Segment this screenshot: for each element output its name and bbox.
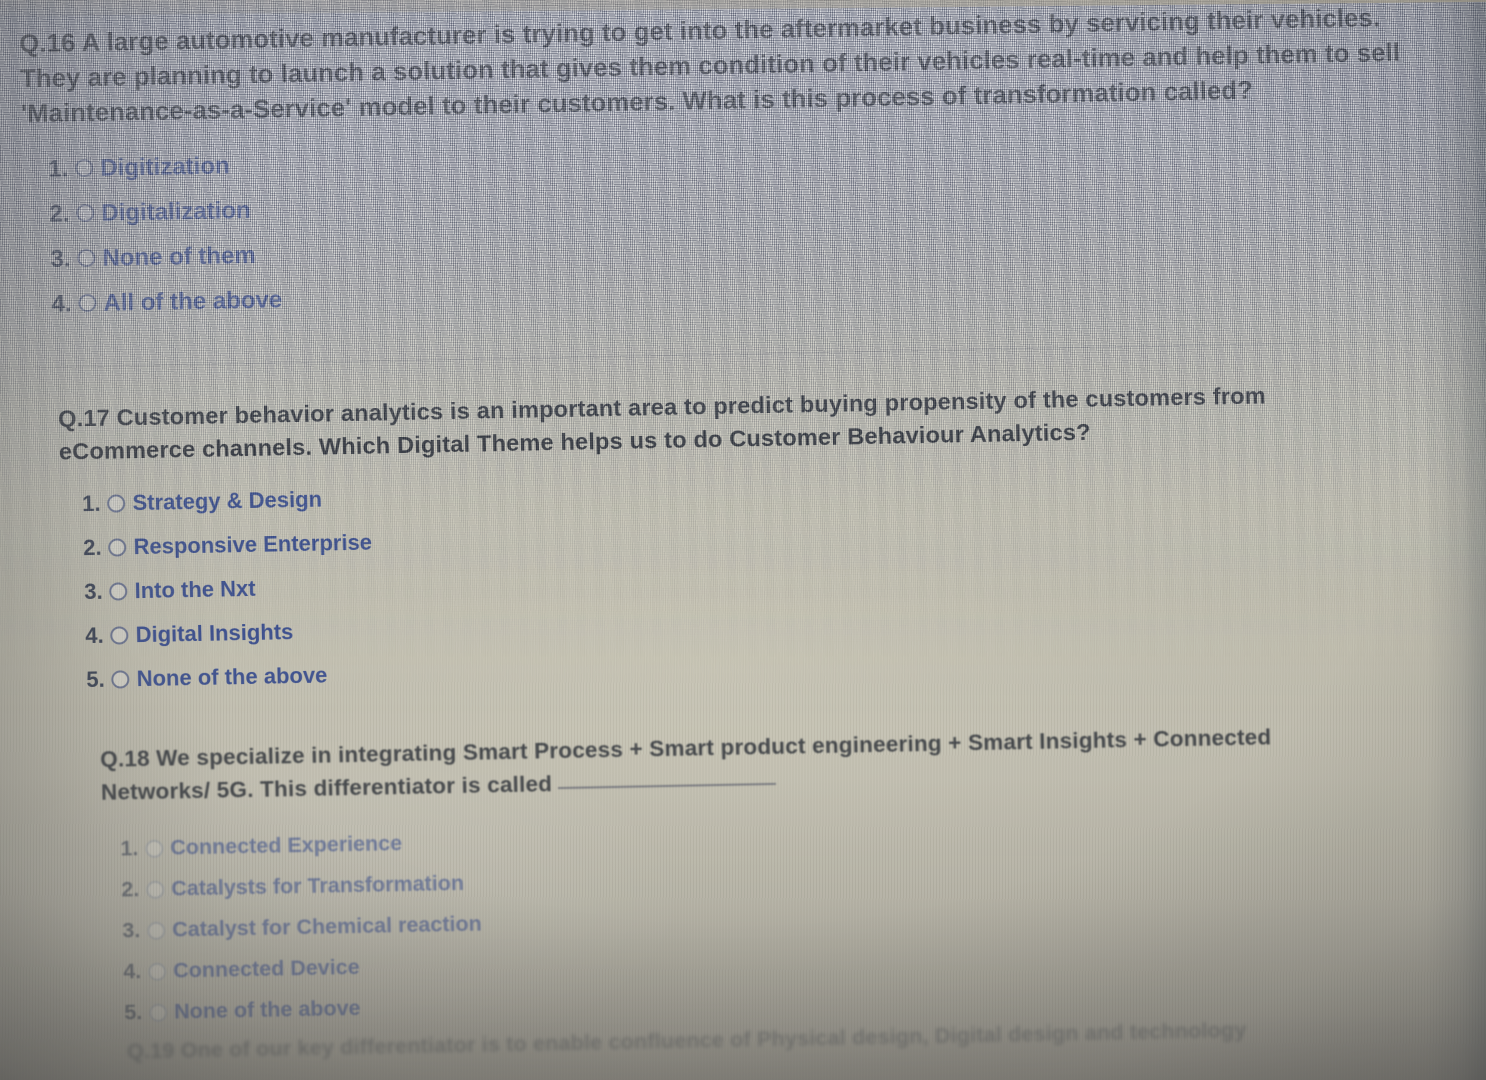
option-label: None of the above xyxy=(173,996,361,1024)
question-text-q17: Q.17 Customer behavior analytics is an i… xyxy=(57,382,1267,465)
option-number: 5. xyxy=(123,1000,143,1025)
option-q17-5[interactable]: 5. None of the above xyxy=(86,642,1404,693)
radio-button-icon[interactable] xyxy=(75,158,94,178)
fill-in-blank[interactable] xyxy=(558,782,777,789)
radio-button-icon[interactable] xyxy=(78,294,97,313)
option-number: 2. xyxy=(49,200,70,228)
option-q17-1[interactable]: 1. Strategy & Design xyxy=(82,466,1400,517)
option-label: None of the above xyxy=(136,662,328,691)
option-q17-3[interactable]: 3. Into the Nxt xyxy=(84,554,1402,605)
option-number: 2. xyxy=(121,877,140,902)
question-text-q18-body: Q.18 We specialize in integrating Smart … xyxy=(99,724,1272,805)
option-label: Responsive Enterprise xyxy=(133,529,373,559)
option-q18-4[interactable]: 4. Connected Device xyxy=(123,935,1385,984)
option-q17-2[interactable]: 2. Responsive Enterprise xyxy=(83,510,1401,561)
option-label: Digital Insights xyxy=(135,618,294,647)
radio-button-icon[interactable] xyxy=(110,626,129,645)
radio-button-icon[interactable] xyxy=(76,204,95,223)
radio-button-icon[interactable] xyxy=(107,494,126,513)
option-number: 3. xyxy=(50,245,71,273)
option-q18-3[interactable]: 3. Catalyst for Chemical reaction xyxy=(122,894,1384,943)
question-block-q18: Q.18 We specialize in integrating Smart … xyxy=(100,719,1386,1026)
radio-button-icon[interactable] xyxy=(77,249,96,268)
option-q18-2[interactable]: 2. Catalysts for Transformation xyxy=(121,854,1383,903)
radio-button-icon[interactable] xyxy=(111,669,130,689)
option-label: Connected Experience xyxy=(170,831,403,860)
radio-button-icon[interactable] xyxy=(108,538,127,557)
option-label: Catalysts for Transformation xyxy=(170,871,465,901)
option-number: 2. xyxy=(82,534,102,560)
option-number: 5. xyxy=(86,666,105,692)
radio-button-icon[interactable] xyxy=(147,921,166,940)
option-number: 1. xyxy=(47,154,69,183)
option-label: Digitalization xyxy=(101,196,251,227)
radio-button-icon[interactable] xyxy=(148,962,167,981)
question-block-q17: Q.17 Customer behavior analytics is an i… xyxy=(58,377,1405,693)
photographed-screen: Q.16 A large automotive manufacturer is … xyxy=(0,0,1486,1080)
option-number: 3. xyxy=(122,918,141,943)
option-number: 1. xyxy=(81,490,101,516)
quiz-content: Q.16 A large automotive manufacturer is … xyxy=(0,0,1486,1080)
option-number: 4. xyxy=(51,290,72,318)
option-label: Connected Device xyxy=(172,955,360,983)
option-q17-4[interactable]: 4. Digital Insights xyxy=(85,598,1403,649)
radio-button-icon[interactable] xyxy=(148,1003,168,1022)
radio-button-icon[interactable] xyxy=(109,582,128,601)
option-number: 4. xyxy=(84,622,104,648)
option-number: 1. xyxy=(120,836,139,861)
radio-button-icon[interactable] xyxy=(146,880,165,899)
option-label: Strategy & Design xyxy=(132,486,323,515)
option-list-q18: 1. Connected Experience 2. Catalysts for… xyxy=(120,813,1386,1026)
question-text-q18: Q.18 We specialize in integrating Smart … xyxy=(100,719,1381,809)
option-label: Digitization xyxy=(99,151,230,182)
option-q18-1[interactable]: 1. Connected Experience xyxy=(120,813,1382,862)
option-label: None of them xyxy=(102,241,257,272)
option-list-q16: 1. Digitization 2. Digitalization 3. Non… xyxy=(48,126,1446,321)
option-number: 4. xyxy=(122,959,142,984)
option-label: All of the above xyxy=(103,286,283,317)
separator-q16-q17 xyxy=(0,339,1471,370)
option-label: Catalyst for Chemical reaction xyxy=(171,911,482,942)
radio-button-icon[interactable] xyxy=(145,839,164,858)
question-text-q19: Q.19 One of our key differentiator is to… xyxy=(126,1017,1247,1064)
option-number: 3. xyxy=(83,578,103,604)
option-list-q17: 1. Strategy & Design 2. Responsive Enter… xyxy=(82,466,1405,693)
question-block-q16: Q.16 A large automotive manufacturer is … xyxy=(19,0,1446,321)
option-label: Into the Nxt xyxy=(134,575,256,603)
question-text-q16: Q.16 A large automotive manufacturer is … xyxy=(19,4,1401,129)
question-block-q19: Q.19 One of our key differentiator is to… xyxy=(127,1014,1427,1064)
